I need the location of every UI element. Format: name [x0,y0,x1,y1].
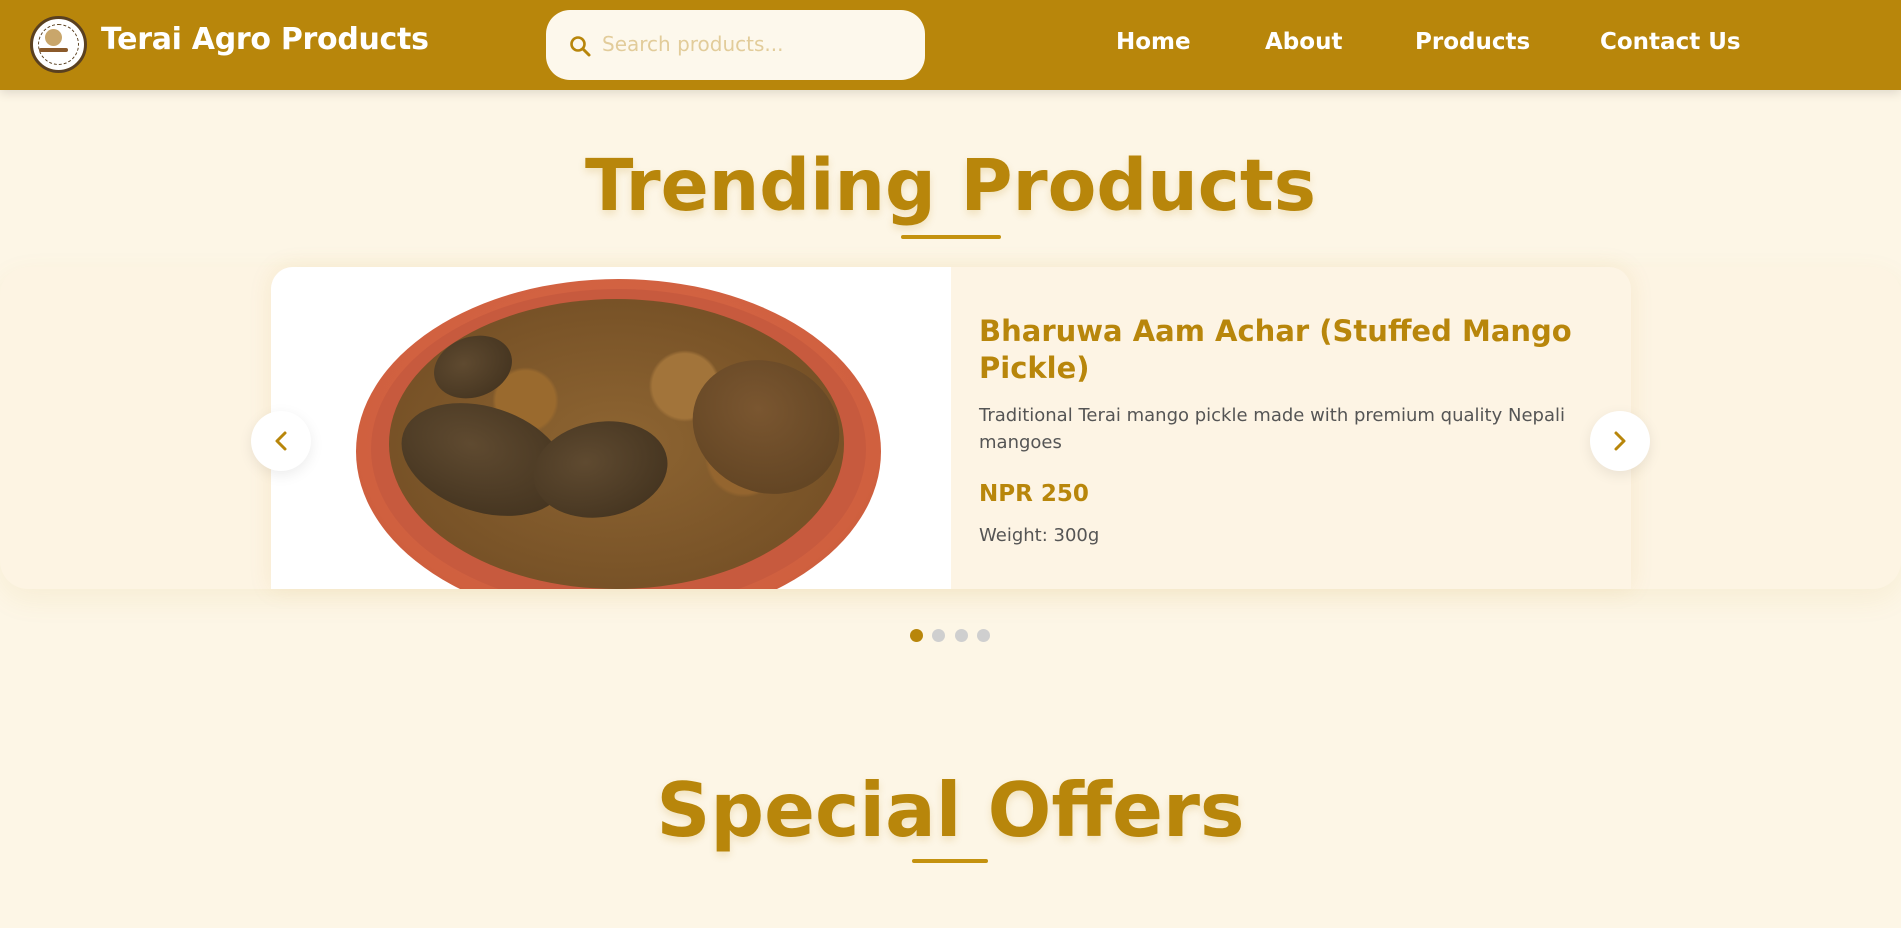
carousel-dot-2[interactable] [932,629,945,642]
carousel-dot-1[interactable] [910,629,923,642]
carousel-dot-4[interactable] [977,629,990,642]
logo-icon[interactable] [30,16,87,73]
special-offers-title: Special Offers [656,766,1245,854]
carousel-prev-button[interactable] [251,411,311,471]
product-price: NPR 250 [979,481,1089,507]
nav-products[interactable]: Products [1415,29,1530,55]
search-input[interactable] [602,26,902,62]
logo-emblem [45,29,62,46]
carousel-dot-3[interactable] [955,629,968,642]
chevron-left-icon [275,431,287,451]
trending-title-underline [901,235,1001,239]
site-header: Terai Agro Products Home About Products … [0,0,1901,90]
product-info: Bharuwa Aam Achar (Stuffed Mango Pickle)… [979,267,1599,589]
brand-name[interactable]: Terai Agro Products [101,22,429,57]
trending-title: Trending Products [584,144,1317,227]
search-icon[interactable] [568,34,592,58]
product-description: Traditional Terai mango pickle made with… [979,405,1565,453]
product-image [271,267,951,589]
product-weight: Weight: 300g [979,525,1100,546]
product-card[interactable]: Bharuwa Aam Achar (Stuffed Mango Pickle)… [271,267,1631,589]
search-bar[interactable] [546,10,925,80]
nav-about[interactable]: About [1265,29,1342,55]
nav-contact-us[interactable]: Contact Us [1600,29,1741,55]
product-name[interactable]: Bharuwa Aam Achar (Stuffed Mango Pickle) [979,313,1599,387]
special-offers-underline [912,859,988,863]
carousel-next-button[interactable] [1590,411,1650,471]
nav-home[interactable]: Home [1116,29,1191,55]
chevron-right-icon [1614,431,1626,451]
logo-band [39,48,68,52]
